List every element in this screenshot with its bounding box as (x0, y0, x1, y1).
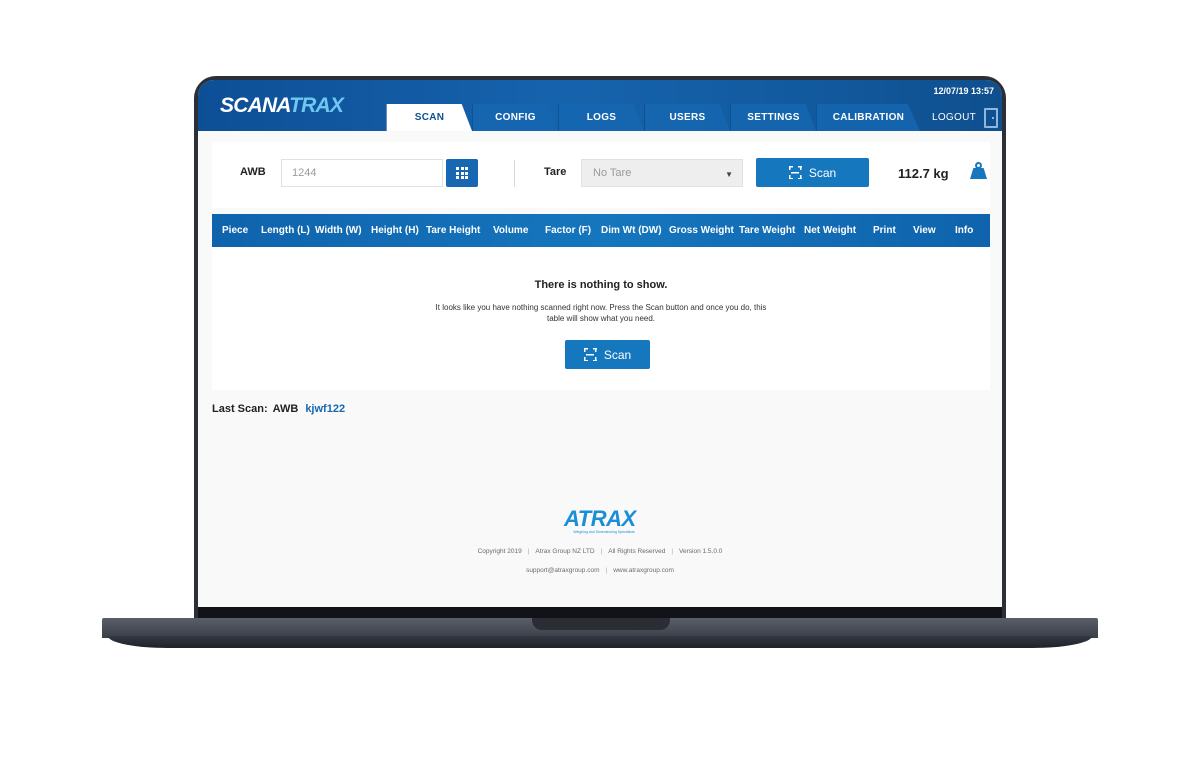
tare-select-value: No Tare (593, 167, 632, 179)
tab-logs[interactable]: LOGS (558, 104, 644, 131)
footer-version: Version 1.5.0.0 (679, 548, 723, 555)
col-length: Length (L) (261, 225, 310, 236)
scanatrax-logo: SCANATRAX (220, 94, 344, 117)
tab-settings[interactable]: SETTINGS (730, 104, 816, 131)
footer-rights: All Rights Reserved (608, 548, 666, 555)
weight-readout: 112.7 kg (898, 166, 949, 181)
tab-users[interactable]: USERS (644, 104, 730, 131)
empty-state-text: It looks like you have nothing scanned r… (435, 303, 767, 323)
col-factor: Factor (F) (545, 225, 592, 236)
footer-website[interactable]: www.atraxgroup.com (613, 567, 674, 574)
app-screen: SCANATRAX 12/07/19 13:57 SCAN CONFIG LOG… (198, 80, 1002, 607)
grid-icon (456, 167, 459, 170)
col-height: Height (H) (371, 225, 419, 236)
atrax-tagline: Weighing and Dimensioning Specialists (573, 530, 635, 534)
footer-legal: Copyright 2019 | Atrax Group NZ LTD | All Ri… (477, 548, 723, 555)
footer-company: Atrax Group NZ LTD (535, 548, 595, 555)
col-tare-weight: Tare Weight (739, 225, 796, 236)
datetime: 12/07/19 13:57 (933, 86, 994, 96)
empty-state-title: There is nothing to show. (534, 279, 668, 291)
logout-label: LOGOUT (931, 112, 976, 123)
col-tare-height: Tare Height (426, 225, 481, 236)
footer-copyright: Copyright 2019 (477, 548, 522, 555)
awb-label: AWB (240, 166, 266, 178)
scan-button[interactable]: Scan (756, 158, 869, 187)
logout-button[interactable]: LOGOUT (932, 104, 998, 131)
keypad-button[interactable] (446, 159, 478, 187)
scan-icon (788, 166, 802, 179)
last-scan-label: Last Scan: (212, 403, 268, 415)
tab-scan[interactable]: SCAN (386, 104, 472, 131)
app-header: SCANATRAX 12/07/19 13:57 SCAN CONFIG LOG… (198, 80, 1002, 131)
col-gross-weight: Gross Weight (669, 225, 734, 236)
tab-calibration[interactable]: CALIBRATION (816, 104, 920, 131)
col-print: Print (873, 225, 896, 236)
table-header: Piece Length (L) Width (W) Height (H) Ta… (212, 214, 990, 247)
scan-icon (583, 348, 597, 361)
footer-email[interactable]: support@atraxgroup.com (526, 567, 599, 574)
col-volume: Volume (493, 225, 529, 236)
tab-config[interactable]: CONFIG (472, 104, 558, 131)
footer-contact: support@atraxgroup.com | www.atraxgroup.co… (526, 567, 674, 574)
laptop-base-bottom (108, 636, 1092, 648)
col-view: View (913, 225, 936, 236)
caret-down-icon: ▼ (725, 170, 733, 179)
tare-label: Tare (544, 166, 567, 178)
scan-bar: AWB 1244 Tare No Tare ▼ Scan 112.7 kg (212, 142, 990, 208)
laptop-notch (532, 618, 670, 630)
atrax-logo: ATRAX (564, 506, 636, 531)
weight-icon (970, 162, 987, 179)
col-dim-wt: Dim Wt (DW) (601, 225, 662, 236)
awb-input[interactable]: 1244 (281, 159, 443, 187)
empty-state-scan-button[interactable]: Scan (565, 340, 650, 369)
col-net-weight: Net Weight (804, 225, 857, 236)
empty-scan-button-label: Scan (603, 347, 632, 362)
col-width: Width (W) (315, 225, 362, 236)
col-info: Info (955, 225, 974, 236)
exit-door-icon (984, 107, 998, 128)
last-scan-type: AWB (272, 403, 299, 415)
last-scan: Last Scan: AWB kjwf122 (212, 403, 345, 415)
col-piece: Piece (222, 225, 249, 236)
last-scan-link[interactable]: kjwf122 (305, 403, 345, 415)
tare-select[interactable]: No Tare ▼ (581, 159, 743, 187)
main-tabs: SCAN CONFIG LOGS USERS SETTINGS CALIBRAT… (386, 104, 920, 131)
pieces-table: Piece Length (L) Width (W) Height (H) Ta… (212, 214, 990, 390)
scan-button-label: Scan (808, 165, 837, 180)
divider (514, 160, 515, 187)
